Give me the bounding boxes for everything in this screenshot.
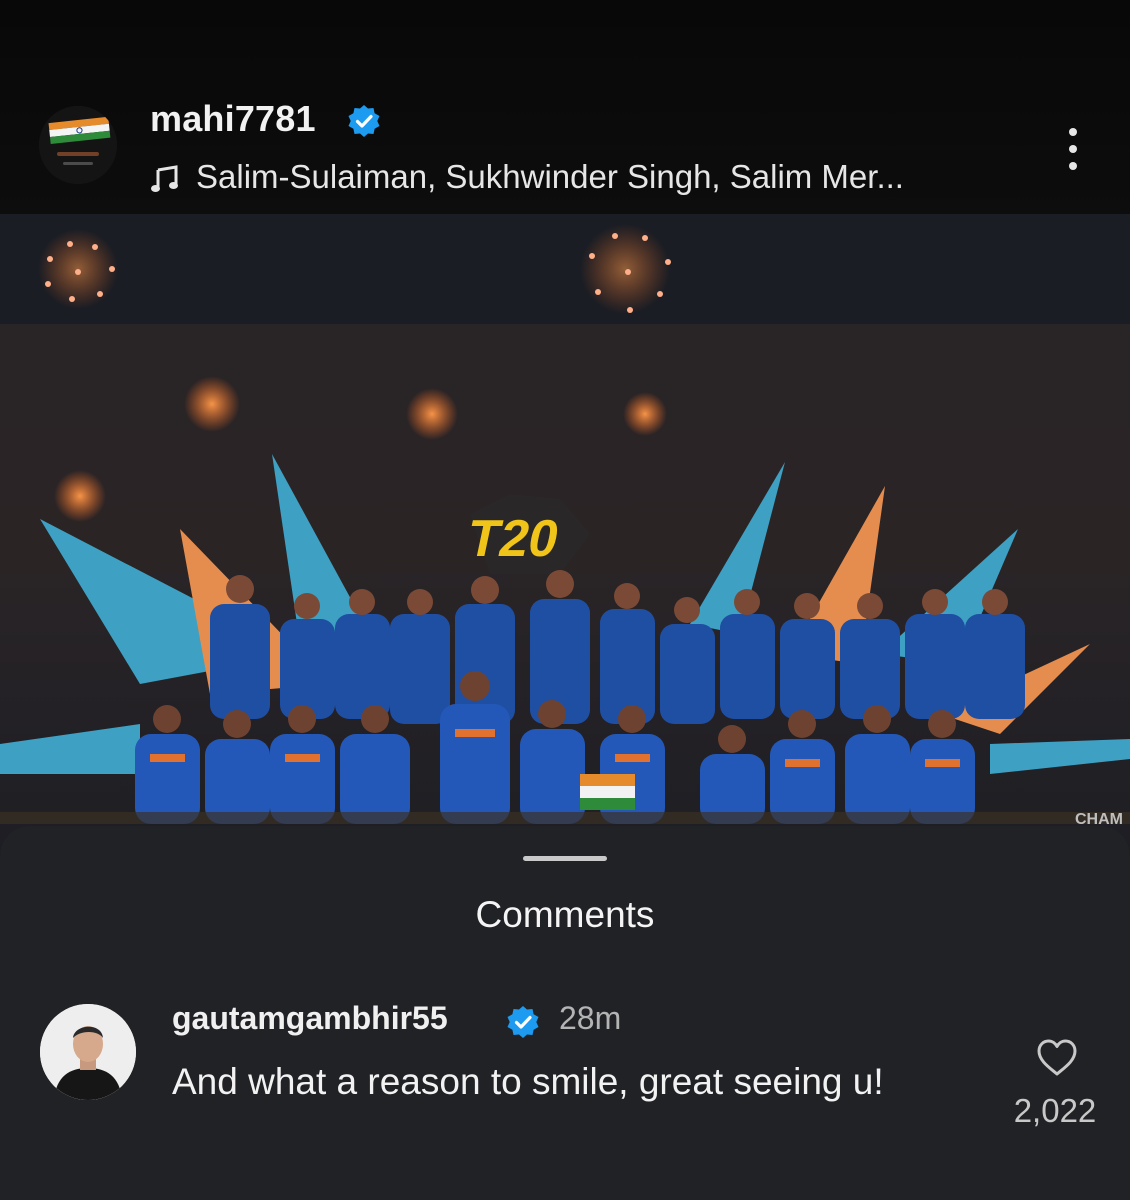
music-note-icon (151, 165, 178, 192)
comment-avatar[interactable] (40, 1004, 136, 1100)
post-username[interactable]: mahi7781 (150, 98, 316, 140)
heart-outline-icon[interactable] (1036, 1038, 1078, 1078)
more-vertical-icon[interactable] (1058, 124, 1088, 174)
post-photo[interactable]: T20 CHAM (0, 214, 1130, 854)
comment-text: And what a reason to smile, great seeing… (172, 1061, 884, 1102)
music-track-label[interactable]: Salim-Sulaiman, Sukhwinder Singh, Salim … (196, 158, 904, 196)
india-flag-avatar-icon (39, 106, 117, 184)
post-author-avatar[interactable] (39, 106, 117, 184)
comment-timestamp: 28m (559, 1000, 622, 1036)
post-header: mahi7781 Salim-Sulaiman, Sukhwinder Sing… (0, 0, 1130, 215)
t20-logo: T20 (462, 510, 564, 568)
commenter-avatar-icon (40, 1004, 136, 1100)
comments-title: Comments (475, 894, 655, 935)
sheet-drag-handle[interactable] (523, 856, 607, 861)
verified-badge-icon (348, 105, 380, 137)
verified-badge-icon (507, 1006, 539, 1038)
comments-sheet: Comments gautamgambhir55 28m And what a … (0, 826, 1130, 1200)
team-celebration-photo: T20 CHAM (0, 214, 1130, 854)
comment-like-count: 2,022 (1013, 1092, 1097, 1129)
comment-username[interactable]: gautamgambhir55 (172, 1000, 448, 1037)
